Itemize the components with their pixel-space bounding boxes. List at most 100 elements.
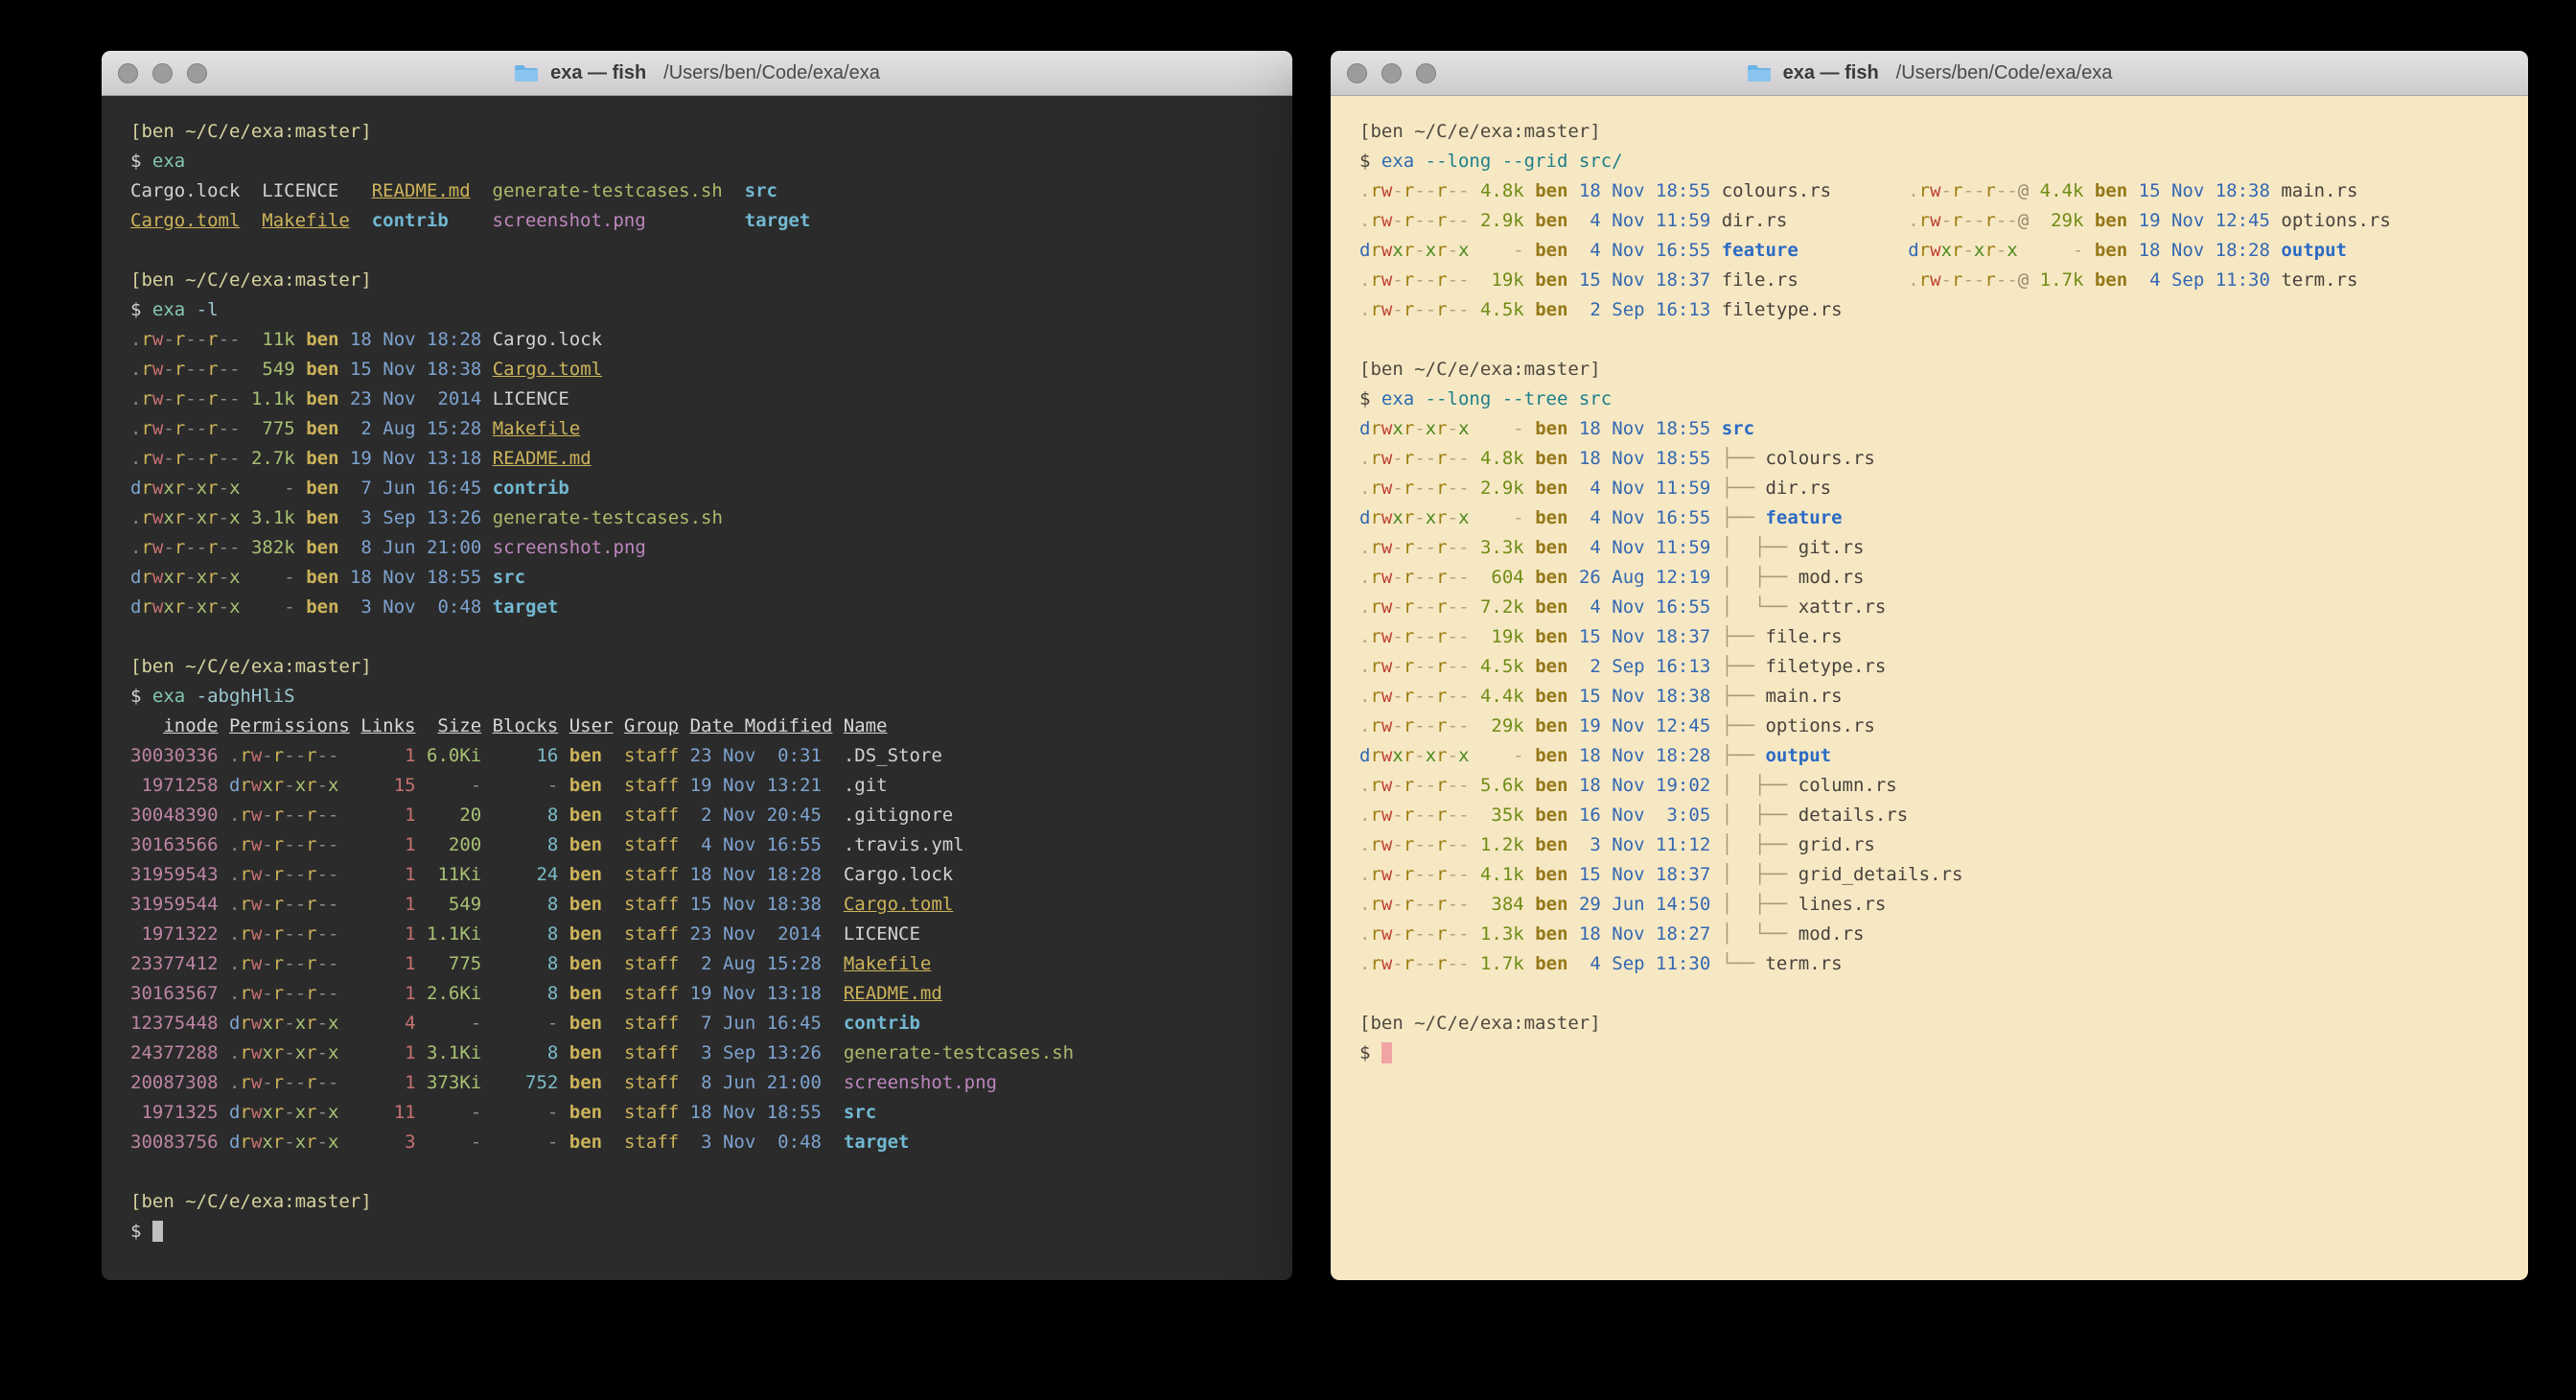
terminal-line (130, 236, 1264, 266)
permission-char: r (174, 567, 185, 588)
minimize-button[interactable] (152, 63, 173, 83)
text-segment (558, 1132, 569, 1153)
permission-char: - (262, 894, 272, 915)
text-segment (679, 1132, 689, 1153)
permission-char: - (185, 448, 196, 469)
text-segment (1524, 269, 1535, 291)
text-segment: 18 Nov 18:55 (1579, 448, 1710, 469)
text-segment: 19 Nov 12:45 (1579, 715, 1710, 736)
permission-char: . (229, 953, 240, 974)
permission-char: - (1414, 269, 1425, 291)
text-segment (295, 567, 306, 588)
text-segment: options.rs (2281, 210, 2390, 231)
text-segment: ben (306, 418, 338, 439)
text-segment: 18 Nov 18:28 (1579, 745, 1710, 766)
text-segment (2270, 180, 2281, 201)
text-segment (339, 864, 361, 885)
permission-char: - (1426, 656, 1436, 677)
text-segment: generate-testcases.sh (493, 180, 723, 201)
text-segment (481, 448, 492, 469)
text-segment: ben (306, 567, 338, 588)
text-segment: details.rs (1799, 805, 1908, 826)
terminal-screen[interactable]: [ben ~/C/e/exa:master]$ exaCargo.lock LI… (102, 96, 1292, 1281)
text-segment (295, 359, 306, 380)
permission-char: r (1404, 507, 1414, 528)
text-segment: grid.rs (1799, 834, 1875, 855)
permission-char: - (1414, 805, 1425, 826)
text-segment (1710, 537, 1721, 558)
text-segment (1710, 240, 1721, 261)
text-segment: .git (844, 775, 888, 796)
permission-char: - (1392, 537, 1403, 558)
terminal-screen[interactable]: [ben ~/C/e/exa:master]$ exa --long --gri… (1331, 96, 2528, 1281)
text-segment (1799, 269, 1908, 291)
permission-char: . (1359, 834, 1370, 855)
permission-char: w (1381, 745, 1392, 766)
text-segment (481, 388, 492, 409)
close-button[interactable] (1347, 63, 1367, 83)
terminal-line: [ben ~/C/e/exa:master] (1359, 1009, 2499, 1038)
terminal-line: 31959544 .rw-r--r-- 1 549 8 ben staff 15… (130, 890, 1264, 920)
zoom-button[interactable] (187, 63, 207, 83)
text-segment (241, 448, 251, 469)
text-segment: │ ├── (1722, 805, 1799, 826)
permission-char: - (1996, 240, 2007, 261)
permission-char: r (1404, 775, 1414, 796)
text-segment: grid_details.rs (1799, 864, 1963, 885)
text-segment (219, 834, 229, 855)
text-segment (2270, 210, 2281, 231)
terminal-line: $ (1359, 1038, 2499, 1068)
window-titlebar[interactable]: exa — fish /Users/ben/Code/exa/exa (102, 51, 1292, 96)
text-segment (679, 745, 689, 766)
text-segment (558, 1042, 569, 1063)
text-segment (481, 983, 492, 1004)
permission-char: d (1359, 745, 1370, 766)
permission-char: x (1392, 507, 1403, 528)
terminal-line: .rw-r--r-- 4.5k ben 2 Sep 16:13 filetype… (1359, 295, 2499, 325)
text-segment (2083, 180, 2094, 201)
permission-char: - (1458, 299, 1469, 320)
permission-char: - (1414, 418, 1425, 439)
permission-char: r (1952, 210, 1962, 231)
text-segment: ben (306, 537, 338, 558)
text-segment (2083, 269, 2094, 291)
text-segment: Cargo.toml (493, 359, 602, 380)
permission-char: r (306, 894, 316, 915)
permission-char: . (1359, 299, 1370, 320)
permission-char: - (1414, 775, 1425, 796)
text-segment: ben (1535, 864, 1567, 885)
permission-char: - (1426, 567, 1436, 588)
permission-char: - (1426, 180, 1436, 201)
permission-char: r (1370, 686, 1381, 707)
text-segment (339, 359, 350, 380)
permission-char: x (295, 1102, 306, 1123)
text-segment (1568, 923, 1579, 945)
permission-char: - (1426, 299, 1436, 320)
permission-char: r (1370, 537, 1381, 558)
permission-char: - (328, 834, 338, 855)
minimize-button[interactable] (1381, 63, 1402, 83)
text-segment: Permissions (229, 715, 350, 736)
text-segment (613, 715, 623, 736)
permission-char: - (295, 864, 306, 885)
window-titlebar[interactable]: exa — fish /Users/ben/Code/exa/exa (1331, 51, 2528, 96)
text-segment (1470, 626, 1480, 647)
permission-char: - (1414, 953, 1425, 974)
text-segment: 1.3k (1480, 923, 1524, 945)
permission-char: x (1392, 745, 1403, 766)
permission-char: - (229, 418, 240, 439)
text-segment: ben (1535, 894, 1567, 915)
text-segment: 1 (360, 745, 415, 766)
close-button[interactable] (118, 63, 138, 83)
text-segment: staff (624, 894, 679, 915)
text-segment: ben (1535, 626, 1567, 647)
permission-char: d (130, 596, 141, 618)
text-segment: mod.rs (1799, 567, 1865, 588)
text-segment: ben (1535, 448, 1567, 469)
text-segment: 3 Sep 13:26 (690, 1042, 822, 1063)
permission-char: w (251, 1013, 262, 1034)
permission-char: - (1458, 894, 1469, 915)
zoom-button[interactable] (1416, 63, 1436, 83)
text-segment: exa (152, 686, 185, 707)
text-segment: src (493, 567, 525, 588)
